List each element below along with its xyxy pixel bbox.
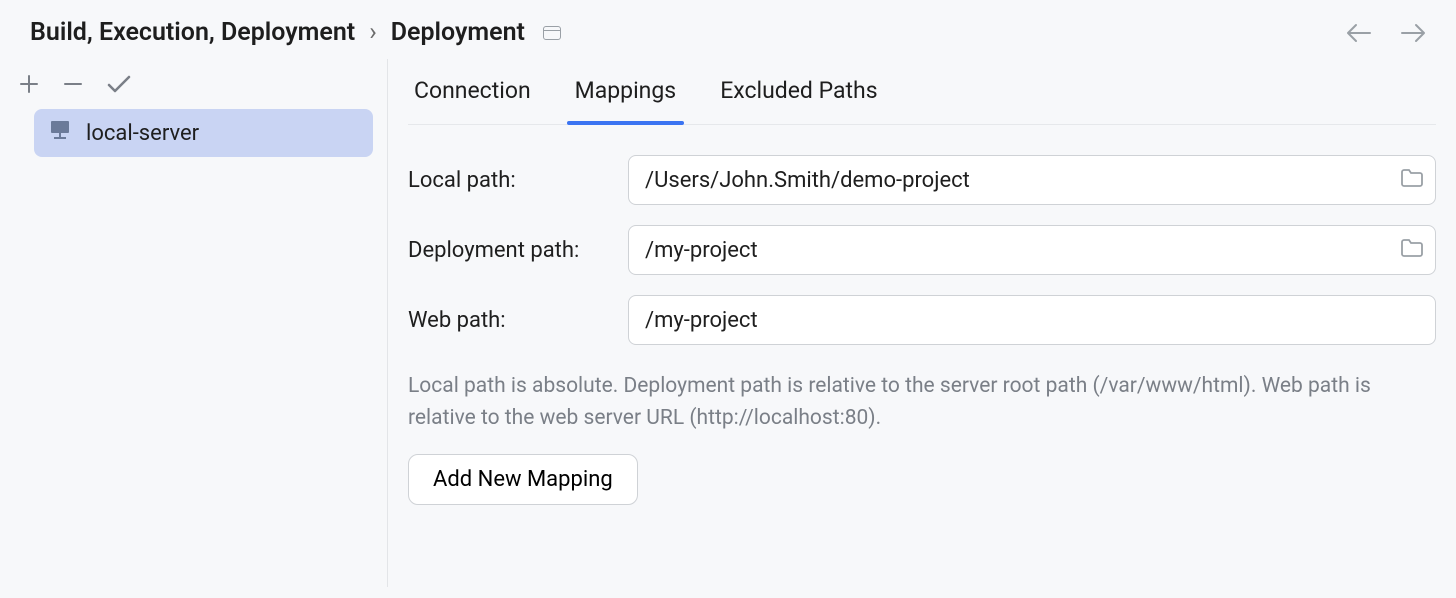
tab-excluded-paths[interactable]: Excluded Paths	[720, 77, 877, 124]
settings-header: Build, Execution, Deployment › Deploymen…	[0, 0, 1456, 59]
remove-icon[interactable]	[62, 73, 84, 95]
local-path-input[interactable]	[628, 155, 1436, 205]
breadcrumb: Build, Execution, Deployment › Deploymen…	[30, 18, 561, 47]
server-icon	[48, 119, 74, 147]
breadcrumb-parent[interactable]: Build, Execution, Deployment	[30, 18, 355, 47]
add-mapping-button[interactable]: Add New Mapping	[408, 454, 638, 505]
breadcrumb-current: Deployment	[391, 18, 525, 47]
nav-arrows	[1346, 23, 1426, 43]
window-icon[interactable]	[543, 26, 561, 40]
forward-arrow-icon[interactable]	[1400, 23, 1426, 43]
server-name: local-server	[86, 121, 199, 146]
add-icon[interactable]	[18, 73, 40, 95]
sidebar-item-local-server[interactable]: local-server	[34, 109, 373, 157]
check-icon[interactable]	[106, 73, 132, 95]
tab-mappings[interactable]: Mappings	[575, 77, 677, 124]
web-path-input[interactable]	[628, 295, 1436, 345]
web-path-label: Web path:	[408, 308, 628, 333]
mappings-form: Local path: Deployment path:	[408, 125, 1436, 505]
deployment-path-input[interactable]	[628, 225, 1436, 275]
deployment-path-label: Deployment path:	[408, 238, 628, 263]
tab-connection[interactable]: Connection	[414, 77, 531, 124]
breadcrumb-separator: ›	[369, 18, 377, 47]
browse-folder-icon[interactable]	[1400, 168, 1424, 192]
tabs: Connection Mappings Excluded Paths	[408, 59, 1436, 125]
browse-folder-icon[interactable]	[1400, 238, 1424, 262]
help-text: Local path is absolute. Deployment path …	[408, 355, 1436, 442]
sidebar-toolbar	[0, 67, 387, 109]
main-panel: Connection Mappings Excluded Paths Local…	[388, 59, 1456, 587]
server-sidebar: local-server	[0, 59, 388, 587]
local-path-label: Local path:	[408, 168, 628, 193]
back-arrow-icon[interactable]	[1346, 23, 1372, 43]
